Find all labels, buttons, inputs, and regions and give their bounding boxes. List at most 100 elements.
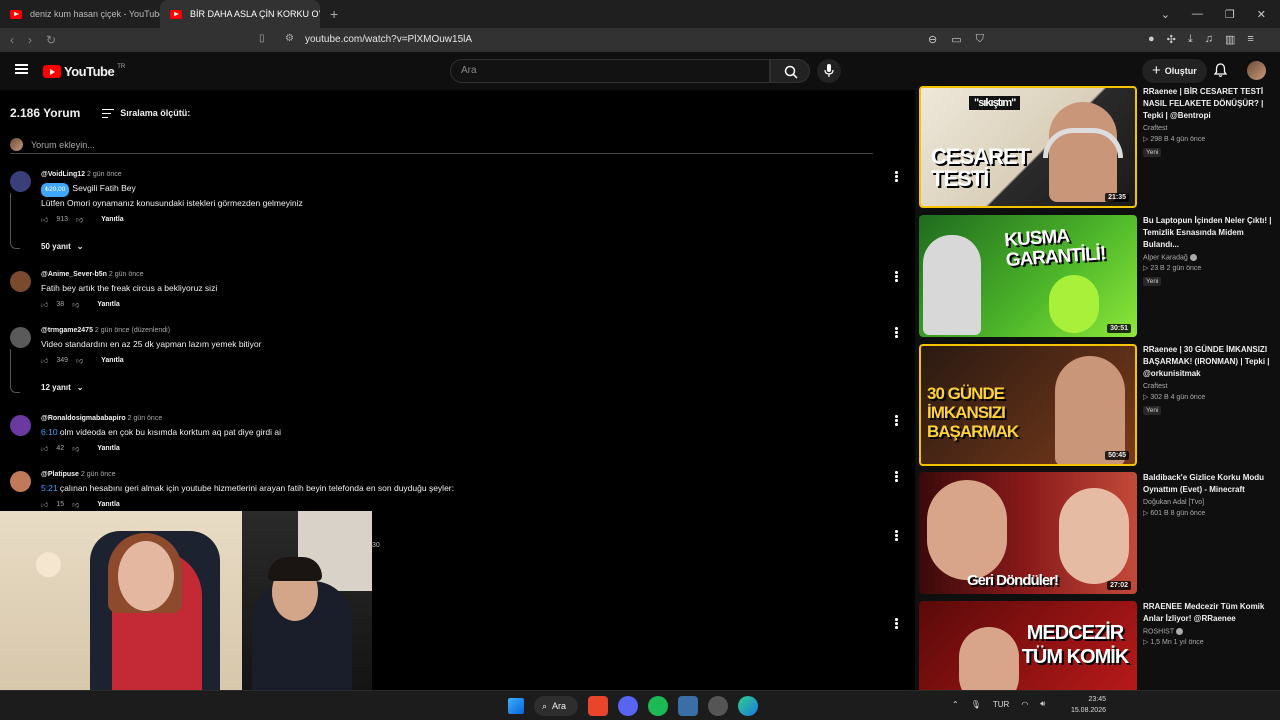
maximize-button[interactable]: ❐ <box>1225 8 1235 21</box>
video-thumbnail[interactable]: "sıkıştım" CESARET TESTİ 21:35 <box>919 86 1137 208</box>
video-title[interactable]: RRAENEE Medcezir Tüm Komik Anlar İzliyor… <box>1143 601 1277 625</box>
video-thumbnail[interactable]: MEDCEZİR TÜM KOMİK <box>919 601 1137 690</box>
recommended-video[interactable]: Geri Döndüler! 27:02 Baldiback'e Gizlice… <box>919 472 1279 594</box>
dislike-icon[interactable]: 👎︎ <box>72 300 79 309</box>
search-button[interactable] <box>770 59 810 83</box>
comment-author[interactable]: @trmgame2475 <box>41 327 93 334</box>
minimize-button[interactable]: — <box>1192 8 1203 21</box>
app-icon[interactable] <box>678 696 699 716</box>
comment-menu-icon[interactable] <box>895 415 899 427</box>
reload-button[interactable]: ↻ <box>46 33 56 47</box>
reply-button[interactable]: Yanıtla <box>101 357 124 364</box>
cast-icon[interactable]: ▭ <box>951 33 961 46</box>
download-icon[interactable]: ⤓ <box>1188 33 1193 46</box>
recommended-video[interactable]: "sıkıştım" CESARET TESTİ 21:35 RRaenee |… <box>919 86 1279 208</box>
voice-search-button[interactable] <box>817 59 841 83</box>
channel-name[interactable]: Alper Karadağ <box>1143 254 1188 261</box>
recommended-video[interactable]: 30 GÜNDE İMKANSIZI BAŞARMAK 50:45 RRaene… <box>919 344 1279 466</box>
language-indicator[interactable]: TUR <box>993 700 1009 709</box>
comment-author[interactable]: @Platipuse <box>41 471 79 478</box>
timestamp-link[interactable]: 6:10 <box>41 427 58 437</box>
brave-browser-icon[interactable] <box>588 696 609 716</box>
avatar[interactable] <box>10 471 31 492</box>
windows-start-icon[interactable] <box>508 698 524 714</box>
discord-icon[interactable] <box>618 696 639 716</box>
microphone-icon[interactable]: 🎙︎ <box>971 700 981 709</box>
youtube-logo[interactable]: YouTube TR <box>43 64 125 79</box>
avatar[interactable] <box>10 271 31 292</box>
reply-button[interactable]: Yanıtla <box>97 445 120 452</box>
video-title[interactable]: Bu Laptopun İçinden Neler Çıktı! | Temiz… <box>1143 215 1277 251</box>
clock[interactable]: 23:45 15.08.2026 <box>1062 694 1106 716</box>
comment-time[interactable]: 2 gün önce <box>109 271 144 278</box>
edge-browser-icon[interactable] <box>738 696 759 716</box>
recommended-video[interactable]: MEDCEZİR TÜM KOMİK RRAENEE Medcezir Tüm … <box>919 601 1279 690</box>
timestamp-link[interactable]: 5:21 <box>41 483 58 493</box>
comment-menu-icon[interactable] <box>895 471 899 483</box>
hamburger-menu-icon[interactable] <box>15 64 28 74</box>
close-window-button[interactable]: ✕ <box>1257 8 1266 21</box>
new-tab-button[interactable]: + <box>320 6 348 22</box>
spotify-icon[interactable] <box>648 696 669 716</box>
create-button[interactable]: + Oluştur <box>1142 59 1207 83</box>
puzzle-icon[interactable]: ✣ <box>1167 33 1176 46</box>
video-title[interactable]: RRaenee | 30 GÜNDE İMKANSIZI BAŞARMAK! (… <box>1143 344 1277 380</box>
reply-button[interactable]: Yanıtla <box>101 216 124 223</box>
comment-author[interactable]: @Ronaldosigmababapiro <box>41 415 126 422</box>
recommended-video[interactable]: KUSMA GARANTİLİ! 30:51 Bu Laptopun İçind… <box>919 215 1279 337</box>
like-icon[interactable]: 👍︎ <box>41 444 48 453</box>
video-title[interactable]: Baldiback'e Gizlice Korku Modu Oynattım … <box>1143 472 1277 496</box>
video-thumbnail[interactable]: 30 GÜNDE İMKANSIZI BAŞARMAK 50:45 <box>919 344 1137 466</box>
like-icon[interactable]: 👍︎ <box>41 356 48 365</box>
browser-tab[interactable]: deniz kum hasan çiçek - YouTube <box>0 0 160 28</box>
add-comment-field[interactable]: Yorum ekleyin... <box>10 136 873 154</box>
menu-icon[interactable]: ≡ <box>1247 33 1253 46</box>
view-replies-button[interactable]: 12 yanıt ⌄ <box>41 383 861 392</box>
comment-time[interactable]: 2 gün önce <box>128 415 163 422</box>
reply-button[interactable]: Yanıtla <box>97 501 120 508</box>
dislike-icon[interactable]: 👎︎ <box>76 215 83 224</box>
notifications-bell-icon[interactable] <box>1214 63 1227 77</box>
chevron-up-icon[interactable]: ⌃ <box>952 700 959 709</box>
comment-menu-icon[interactable] <box>895 530 899 542</box>
site-settings-icon[interactable]: ⚙ <box>285 33 294 44</box>
comment-author[interactable]: @VoidLing12 <box>41 171 85 178</box>
url-field[interactable]: youtube.com/watch?v=PlXMOuw15lA <box>305 34 472 45</box>
comment-menu-icon[interactable] <box>895 271 899 283</box>
search-input[interactable]: Ara <box>450 59 770 83</box>
avatar[interactable] <box>10 415 31 436</box>
taskbar-search[interactable]: ⌕ Ara <box>534 696 579 716</box>
video-thumbnail[interactable]: KUSMA GARANTİLİ! 30:51 <box>919 215 1137 337</box>
dislike-icon[interactable]: 👎︎ <box>72 444 79 453</box>
like-icon[interactable]: 👍︎ <box>41 300 48 309</box>
account-avatar[interactable] <box>1247 61 1266 80</box>
shield-icon[interactable]: ⛉ <box>976 33 984 46</box>
channel-name[interactable]: Craftest <box>1143 125 1277 132</box>
sort-button[interactable]: Sıralama ölçütü: <box>102 108 190 118</box>
forward-button[interactable]: › <box>28 33 32 47</box>
reply-button[interactable]: Yanıtla <box>97 301 120 308</box>
video-title[interactable]: RRaenee | BİR CESARET TESTİ NASIL FELAKE… <box>1143 86 1277 122</box>
back-button[interactable]: ‹ <box>10 33 14 47</box>
dislike-icon[interactable]: 👎︎ <box>76 356 83 365</box>
app-icon[interactable] <box>708 696 729 716</box>
channel-name[interactable]: Craftest <box>1143 383 1277 390</box>
bookmark-icon[interactable]: ▯ <box>259 33 265 44</box>
wifi-icon[interactable]: ◠ <box>1021 700 1028 709</box>
comment-author[interactable]: @Anime_Sever-b5n <box>41 271 107 278</box>
channel-name[interactable]: Doğukan Adal [Tvo] <box>1143 499 1277 506</box>
comment-time[interactable]: 2 gün önce <box>87 171 122 178</box>
view-replies-button[interactable]: 50 yanıt ⌄ <box>41 242 861 251</box>
sidebar-icon[interactable]: ▥ <box>1225 33 1235 46</box>
channel-name[interactable]: ROSHIST <box>1143 628 1174 635</box>
comment-menu-icon[interactable] <box>895 618 899 630</box>
browser-tab-active[interactable]: BİR DAHA ASLA ÇİN KORKU OY ✕ <box>160 0 320 28</box>
comment-menu-icon[interactable] <box>895 171 899 183</box>
extension-icon[interactable]: ● <box>1148 33 1155 46</box>
chevron-down-icon[interactable]: ⌄ <box>1161 8 1170 21</box>
music-icon[interactable]: ♫ <box>1205 33 1213 46</box>
video-thumbnail[interactable]: Geri Döndüler! 27:02 <box>919 472 1137 594</box>
like-icon[interactable]: 👍︎ <box>41 500 48 509</box>
comment-menu-icon[interactable] <box>895 327 899 339</box>
dislike-icon[interactable]: 👎︎ <box>72 500 79 509</box>
